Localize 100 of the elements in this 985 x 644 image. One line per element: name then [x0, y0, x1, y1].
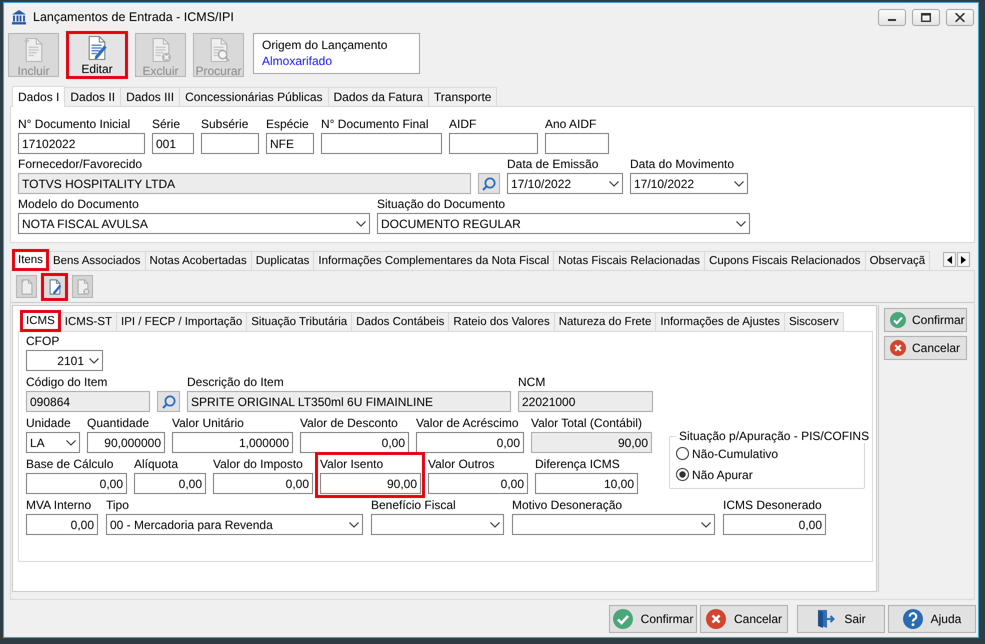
field-label: Unidade [26, 416, 72, 432]
tab[interactable]: Informações de Ajustes [655, 312, 785, 331]
dropdown-field[interactable]: 2101 [26, 350, 103, 371]
tab[interactable]: Itens [12, 249, 49, 271]
input-field[interactable]: 90,000000 [87, 432, 165, 453]
input-field[interactable]: 90,00 [531, 432, 652, 453]
x-circle-icon [706, 608, 726, 628]
field-label: Modelo do Documento [18, 197, 140, 213]
search-button[interactable] [478, 173, 500, 194]
chevron-down-icon [701, 522, 711, 528]
input-field[interactable]: 0,00 [26, 473, 127, 494]
tab[interactable]: Transporte [428, 87, 498, 106]
chevron-down-icon [89, 358, 99, 364]
dropdown-field[interactable]: LA [26, 432, 80, 453]
radio-option[interactable]: Não Apurar [676, 464, 858, 485]
input-field[interactable]: TOTVS HOSPITALITY LTDA [18, 173, 471, 194]
field-label: Tipo [106, 498, 130, 514]
input-field[interactable]: 0,00 [213, 473, 313, 494]
maximize-button[interactable] [912, 8, 940, 26]
field-label: Valor Outros [428, 457, 496, 473]
tab[interactable]: Dados Contábeis [351, 312, 450, 331]
chevron-down-icon [490, 522, 500, 528]
group-title: Situação p/Apuração - PIS/COFINS [678, 429, 870, 443]
tab[interactable]: IPI / FECP / Importação [116, 312, 248, 331]
document-pencil-icon [48, 278, 62, 294]
search-button[interactable] [157, 391, 180, 412]
toolbar-button[interactable]: Editar [66, 31, 128, 79]
field-label: Série [152, 117, 182, 133]
search-icon [162, 394, 176, 408]
confirm-button[interactable]: Confirmar [609, 604, 697, 632]
help-button[interactable]: Ajuda [888, 604, 976, 632]
input-field[interactable]: 22021000 [518, 391, 653, 412]
input-field[interactable]: 0,00 [723, 514, 826, 535]
field-label: Valor de Desconto [300, 416, 399, 432]
building-icon [11, 9, 27, 25]
x-circle-icon [890, 340, 906, 356]
tab[interactable]: Situação Tributária [246, 312, 352, 331]
field-label: MVA Interno [26, 498, 92, 514]
dropdown-field[interactable]: DOCUMENTO REGULAR [377, 213, 750, 234]
field-label: Data de Emissão [507, 157, 600, 173]
input-field[interactable] [201, 133, 259, 154]
input-field[interactable]: 0,00 [134, 473, 206, 494]
dropdown-field[interactable]: 17/10/2022 [630, 173, 748, 194]
dropdown-field[interactable] [371, 514, 504, 535]
tab[interactable]: Rateio dos Valores [448, 312, 555, 331]
input-field[interactable] [449, 133, 538, 154]
triangle-left-icon [947, 256, 952, 264]
document-sparkle-icon [22, 37, 44, 63]
check-circle-icon [890, 312, 906, 328]
close-button[interactable] [946, 8, 974, 26]
input-field[interactable]: 0,00 [300, 432, 409, 453]
input-field[interactable]: 17102022 [18, 133, 145, 154]
input-field[interactable] [545, 133, 609, 154]
document-sparkle-icon [20, 278, 34, 294]
scroll-right-button[interactable] [957, 252, 970, 267]
field-label: Quantidade [87, 416, 150, 432]
cancel-button[interactable]: Cancelar [700, 604, 788, 632]
field-label: Valor de Acréscimo [416, 416, 520, 432]
tab[interactable]: Natureza do Frete [554, 312, 656, 331]
origin-label: Origem do Lançamento [262, 38, 388, 53]
input-field[interactable]: 0,00 [416, 432, 524, 453]
tab[interactable]: Dados I [12, 86, 66, 107]
confirm-button[interactable]: Confirmar [884, 308, 967, 332]
input-field[interactable]: 090864 [26, 391, 150, 412]
tab[interactable]: Siscoserv [784, 312, 844, 331]
input-field[interactable]: 0,00 [428, 473, 528, 494]
input-field[interactable]: 1,000000 [172, 432, 293, 453]
field-label: Diferença ICMS [535, 457, 621, 473]
input-field[interactable]: NFE [266, 133, 314, 154]
input-field[interactable]: 10,00 [535, 473, 638, 494]
field-label: Valor Total (Contábil) [531, 416, 643, 432]
help-icon [902, 608, 923, 628]
field-label: Valor Isento [320, 457, 384, 473]
edit-button[interactable] [41, 272, 68, 300]
field-label: Benefício Fiscal [371, 498, 457, 514]
cancel-button[interactable]: Cancelar [884, 336, 967, 360]
input-field[interactable]: SPRITE ORIGINAL LT350ml 6U FIMAINLINE [187, 391, 511, 412]
scroll-left-button[interactable] [943, 252, 956, 267]
field-label: Alíquota [134, 457, 180, 473]
tab[interactable]: ICMS-ST [60, 312, 118, 331]
chevron-down-icon [66, 440, 76, 446]
field-label: CFOP [26, 334, 60, 350]
tab[interactable]: Observaçã [864, 251, 930, 270]
chevron-down-icon [734, 180, 744, 186]
window-title: Lançamentos de Entrada - ICMS/IPI [33, 10, 234, 24]
exit-button[interactable]: Sair [797, 604, 885, 632]
field-label: Valor do Imposto [213, 457, 304, 473]
dropdown-field[interactable]: 17/10/2022 [507, 173, 623, 194]
dropdown-field[interactable]: 00 - Mercadoria para Revenda [106, 514, 363, 535]
input-field[interactable]: 001 [152, 133, 194, 154]
radio-option[interactable]: Não-Cumulativo [676, 443, 858, 464]
dropdown-field[interactable]: NOTA FISCAL AVULSA [18, 213, 370, 234]
input-field[interactable]: 0,00 [26, 514, 98, 535]
minimize-button[interactable] [878, 8, 906, 26]
input-field[interactable]: 90,00 [320, 473, 421, 494]
dropdown-field[interactable] [512, 514, 715, 535]
field-label: Espécie [266, 117, 310, 133]
tab[interactable]: ICMS [20, 310, 61, 332]
input-field[interactable] [321, 133, 442, 154]
field-label: Situação do Documento [377, 197, 506, 213]
